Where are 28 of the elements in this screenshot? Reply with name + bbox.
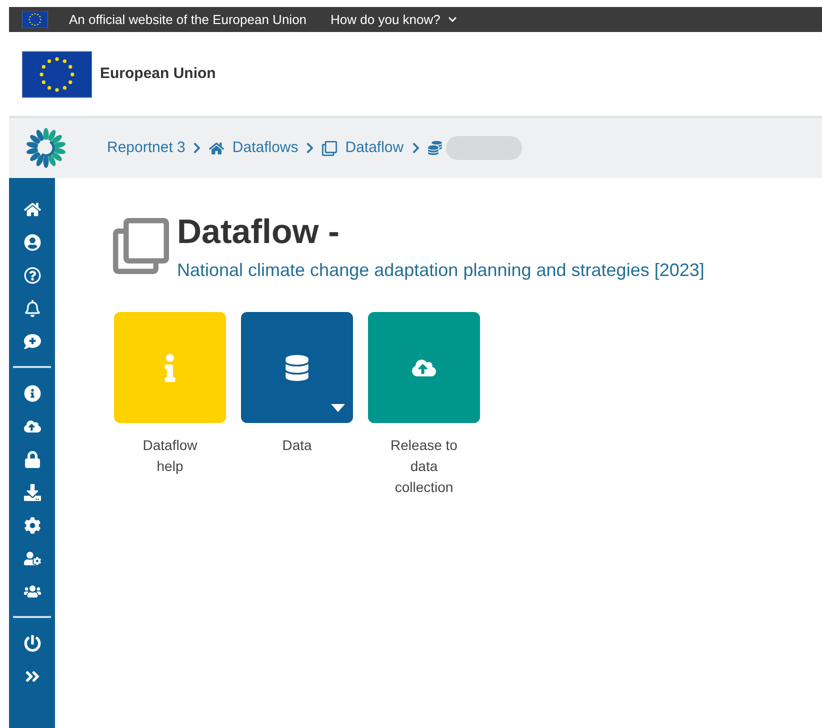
database-icon — [284, 354, 310, 380]
how-do-you-know-link[interactable]: How do you know? — [330, 10, 458, 30]
eu-flag-logo — [22, 50, 92, 98]
clone-icon — [113, 218, 169, 274]
breadcrumb-link[interactable]: Reportnet 3 — [107, 136, 186, 160]
eu-flag-icon — [22, 11, 48, 28]
breadcrumb-link[interactable]: Dataflows — [232, 136, 298, 160]
reportnet-logo-icon — [25, 127, 67, 169]
tile-button[interactable] — [114, 312, 226, 423]
tile-label: Release to data collection — [390, 436, 458, 497]
breadcrumb-link[interactable]: Dataflow — [345, 136, 404, 160]
site-title: European Union — [100, 64, 216, 84]
coins-icon — [428, 141, 442, 155]
tile-label: Dataflow help — [142, 436, 198, 476]
page-subtitle: National climate change adaptation planning and strategies [2023] — [177, 259, 704, 282]
comment-plus-nav-button[interactable] — [21, 332, 43, 350]
tile-label: Data — [281, 436, 313, 455]
download-nav-button[interactable] — [21, 483, 43, 501]
home-nav-button[interactable] — [21, 200, 43, 218]
caret-icon — [331, 404, 345, 412]
user-settings-nav-button[interactable] — [21, 549, 43, 567]
chevron-down-icon — [448, 15, 458, 24]
tile-button[interactable] — [368, 312, 480, 423]
tile-button[interactable] — [241, 312, 353, 423]
home-icon — [209, 140, 224, 156]
official-notice: An official website of the European Union — [69, 10, 307, 29]
page-title: Dataflow - — [177, 212, 340, 252]
clone-icon — [322, 140, 338, 156]
